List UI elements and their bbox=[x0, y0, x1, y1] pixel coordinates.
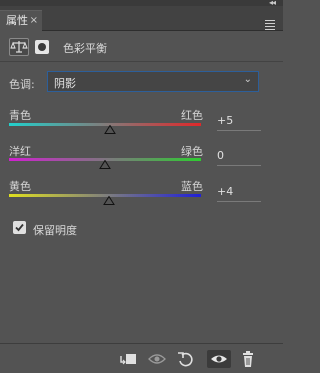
tab-properties[interactable]: 属性 × bbox=[0, 10, 42, 31]
adjustment-title: 色彩平衡 bbox=[63, 42, 107, 55]
panel-tab-row: 属性 × bbox=[0, 6, 283, 31]
slider-green-label: 绿色 bbox=[181, 145, 203, 158]
layer-mask-icon[interactable] bbox=[33, 38, 53, 56]
slider-blue-label: 蓝色 bbox=[181, 180, 203, 193]
slider-magenta-label: 洋红 bbox=[9, 145, 31, 158]
view-previous-state-icon[interactable] bbox=[147, 350, 167, 368]
tone-select-value: 阴影 bbox=[54, 77, 76, 90]
chevron-down-icon: ⌄ bbox=[243, 74, 252, 85]
tab-close-icon[interactable]: × bbox=[30, 11, 38, 31]
balance-scale-icon[interactable] bbox=[9, 38, 29, 56]
preserve-luminosity-checkbox[interactable] bbox=[13, 221, 26, 234]
bottom-toolbar bbox=[0, 343, 283, 373]
slider-red-label: 红色 bbox=[181, 109, 203, 122]
slider-yellow-label: 黄色 bbox=[9, 180, 31, 193]
yellow-blue-value-field[interactable]: +4 bbox=[217, 185, 261, 202]
slider-cyan-label: 青色 bbox=[9, 109, 31, 122]
tone-select[interactable]: 阴影 ⌄ bbox=[47, 71, 259, 92]
clip-to-layer-icon[interactable] bbox=[118, 350, 138, 368]
preserve-luminosity-label: 保留明度 bbox=[33, 224, 77, 237]
trash-icon[interactable] bbox=[238, 350, 258, 368]
magenta-green-value-field[interactable]: 0 bbox=[217, 149, 261, 166]
visibility-eye-icon[interactable] bbox=[207, 350, 231, 368]
adjustment-header: 色彩平衡 bbox=[0, 31, 283, 61]
tone-label: 色调: bbox=[9, 78, 35, 91]
reset-icon[interactable] bbox=[176, 350, 196, 368]
tab-properties-label: 属性 bbox=[6, 14, 28, 27]
divider bbox=[0, 61, 283, 62]
cyan-red-value-field[interactable]: +5 bbox=[217, 114, 261, 131]
